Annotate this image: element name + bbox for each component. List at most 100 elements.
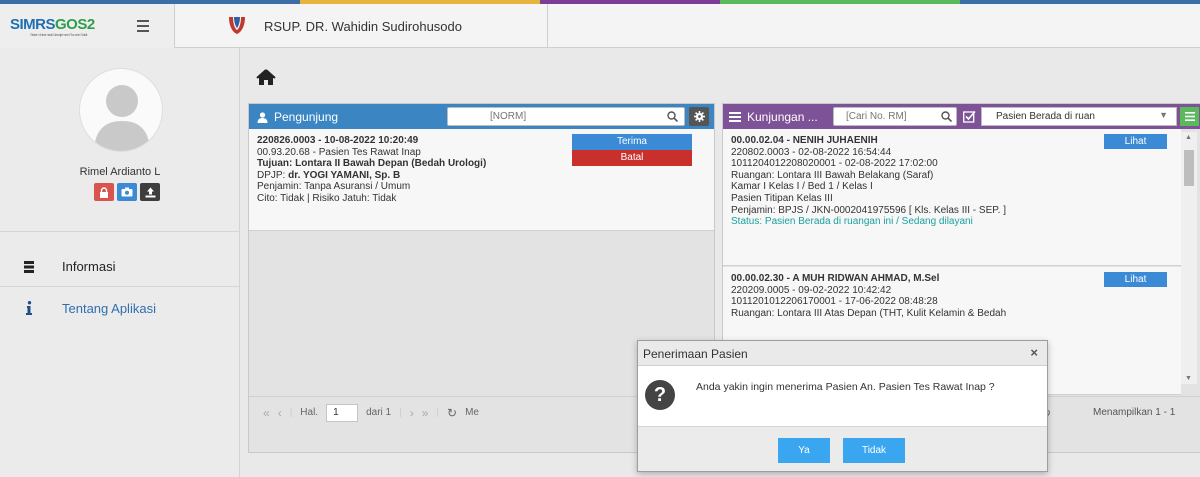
pager-separator: | xyxy=(289,407,293,418)
cancel-button[interactable]: Batal xyxy=(572,150,692,166)
scroll-thumb[interactable] xyxy=(1184,150,1194,186)
sidebar-item-label: Informasi xyxy=(62,259,116,274)
status-filter-select[interactable]: Pasien Berada di ruan ▼ xyxy=(981,107,1177,126)
search-icon[interactable] xyxy=(941,111,952,122)
prev-page-icon[interactable]: ‹ xyxy=(278,406,282,420)
visitor-registration: 220826.0003 - 10-08-2022 10:20:49 xyxy=(257,135,419,146)
menu-lines-icon xyxy=(1184,112,1195,121)
next-page-icon[interactable]: › xyxy=(410,406,414,420)
status-filter-value: Pasien Berada di ruan xyxy=(996,111,1095,122)
pager-separator: | xyxy=(436,407,440,418)
home-button[interactable] xyxy=(251,64,281,90)
visit-patient-header: 00.00.02.30 - A MUH RIDWAN AHMAD, M.Sel xyxy=(731,273,940,284)
panel-title: Pengunjung xyxy=(257,110,338,124)
view-button[interactable]: Lihat xyxy=(1104,134,1167,149)
visit-list-scrollbar[interactable]: ▲ ▼ xyxy=(1181,132,1197,384)
upload-button[interactable] xyxy=(140,183,160,201)
kunjungan-header: Kunjungan ... Pasien Berada di ruan ▼ xyxy=(723,104,1200,129)
checkbox-checked-icon xyxy=(962,110,976,123)
accept-button[interactable]: Terima xyxy=(572,134,692,150)
user-actions xyxy=(94,183,160,201)
lock-icon xyxy=(100,186,108,198)
logo-text-b: GOS2 xyxy=(55,16,95,33)
scroll-down-icon[interactable]: ▼ xyxy=(1185,375,1192,382)
dialog-header: Penerimaan Pasien × xyxy=(638,341,1047,366)
pager-info: Menampilkan 1 - 1 xyxy=(1093,407,1176,418)
camera-button[interactable] xyxy=(117,183,137,201)
page-number-input[interactable]: 1 xyxy=(326,403,359,422)
visitor-guarantor: Penjamin: Tanpa Asuransi / Umum xyxy=(257,181,411,193)
visit-status: Status: Pasien Berada di ruangan ini / S… xyxy=(731,216,973,228)
user-silhouette-icon xyxy=(94,85,150,151)
dialog-message: Anda yakin ingin menerima Pasien An. Pas… xyxy=(696,381,995,393)
app-logo[interactable]: SIMRSGOS2 Sistem Informasi Manajemen Rum… xyxy=(10,16,95,37)
rm-search-input[interactable] xyxy=(846,111,936,122)
visit-number: 1011204012208020001 - 02-08-2022 17:02:0… xyxy=(731,158,938,170)
pengunjung-card: 220826.0003 - 10-08-2022 10:20:49 00.93.… xyxy=(249,129,714,231)
close-icon[interactable]: × xyxy=(1030,345,1038,360)
dialog-footer: Ya Tidak xyxy=(638,426,1047,471)
settings-button[interactable] xyxy=(689,107,709,126)
database-icon xyxy=(22,260,36,273)
confirm-dialog: Penerimaan Pasien × ? Anda yakin ingin m… xyxy=(637,340,1048,472)
camera-icon xyxy=(121,187,133,197)
confirm-no-button[interactable]: Tidak xyxy=(843,438,905,463)
panel-title: Kunjungan ... xyxy=(729,110,818,124)
pager-separator: | xyxy=(399,407,402,418)
user-name: Rimel Ardianto L xyxy=(79,166,161,178)
pengunjung-header: Pengunjung xyxy=(249,104,714,129)
visit-bed: Kamar I Kelas I / Bed 1 / Kelas I xyxy=(731,181,873,193)
visitor-cito-risk: Cito: Tidak | Risiko Jatuh: Tidak xyxy=(257,192,397,204)
logo-subtitle: Sistem Informasi Manajemen Rumah Sakit xyxy=(30,32,87,37)
chevron-down-icon: ▼ xyxy=(1159,110,1168,120)
hospital-logo-icon xyxy=(229,17,245,34)
visitor-details: 220826.0003 - 10-08-2022 10:20:49 00.93.… xyxy=(257,135,486,205)
user-icon xyxy=(257,111,268,123)
visit-number: 1011201012206170001 - 17-06-2022 08:48:2… xyxy=(731,296,938,308)
refresh-icon[interactable]: ↻ xyxy=(447,406,457,420)
hospital-area: RSUP. DR. Wahidin Sudirohusodo xyxy=(176,4,548,48)
app-header: SIMRSGOS2 Sistem Informasi Manajemen Rum… xyxy=(0,4,1200,48)
visit-guarantor: Penjamin: BPJS / JKN-0002041975596 [ Kls… xyxy=(731,204,1006,216)
view-button[interactable]: Lihat xyxy=(1104,272,1167,287)
sidebar-item-informasi[interactable]: Informasi xyxy=(0,247,240,287)
question-icon: ? xyxy=(645,380,675,410)
list-menu-button[interactable] xyxy=(1180,107,1199,126)
logo-area: SIMRSGOS2 Sistem Informasi Manajemen Rum… xyxy=(0,4,175,48)
sidebar-divider xyxy=(0,231,240,232)
visit-registration: 220802.0003 - 02-08-2022 16:54:44 xyxy=(731,146,892,158)
visit-patient-header: 00.00.02.04 - NENIH JUHAENIH xyxy=(731,135,878,146)
scroll-up-icon[interactable]: ▲ xyxy=(1185,134,1192,141)
list-icon xyxy=(729,112,741,122)
kunjungan-title: Kunjungan ... xyxy=(747,110,818,124)
page-of-label: dari 1 xyxy=(366,407,392,418)
rm-search-field[interactable] xyxy=(833,107,957,126)
checkbox-filter-button[interactable] xyxy=(961,108,977,125)
first-page-icon[interactable]: « xyxy=(263,406,270,420)
lock-button[interactable] xyxy=(94,183,114,201)
visitor-destination: Tujuan: Lontara II Bawah Depan (Bedah Ur… xyxy=(257,158,487,170)
hospital-name: RSUP. DR. Wahidin Sudirohusodo xyxy=(264,19,462,34)
logo-text-a: SIMRS xyxy=(10,16,56,33)
upload-icon xyxy=(145,187,155,197)
menu-toggle-icon[interactable] xyxy=(137,17,151,33)
visit-details: 00.00.02.30 - A MUH RIDWAN AHMAD, M.Sel … xyxy=(731,273,1006,319)
list-item: 00.00.02.04 - NENIH JUHAENIH 220802.0003… xyxy=(723,129,1181,266)
sidebar-item-tentang-aplikasi[interactable]: Tentang Aplikasi xyxy=(0,288,240,328)
last-page-icon[interactable]: » xyxy=(422,406,429,420)
confirm-yes-button[interactable]: Ya xyxy=(778,438,830,463)
sidebar-item-label: Tentang Aplikasi xyxy=(62,300,156,316)
search-icon[interactable] xyxy=(667,111,678,122)
visitor-patient: 00.93.20.68 - Pasien Tes Rawat Inap xyxy=(257,146,421,158)
pengunjung-title: Pengunjung xyxy=(274,110,339,124)
norm-search-input[interactable] xyxy=(490,111,650,122)
page-label: Hal. xyxy=(300,407,319,418)
pager-info: Me xyxy=(465,407,479,418)
visit-details: 00.00.02.04 - NENIH JUHAENIH 220802.0003… xyxy=(731,135,1006,228)
norm-search-field[interactable] xyxy=(447,107,685,126)
home-icon xyxy=(256,68,276,85)
visit-registration: 220209.0005 - 09-02-2022 10:42:42 xyxy=(731,284,892,296)
dialog-title: Penerimaan Pasien xyxy=(643,347,748,361)
visit-room: Ruangan: Lontara III Bawah Belakang (Sar… xyxy=(731,169,934,181)
dpjp-label: DPJP: xyxy=(257,169,289,181)
